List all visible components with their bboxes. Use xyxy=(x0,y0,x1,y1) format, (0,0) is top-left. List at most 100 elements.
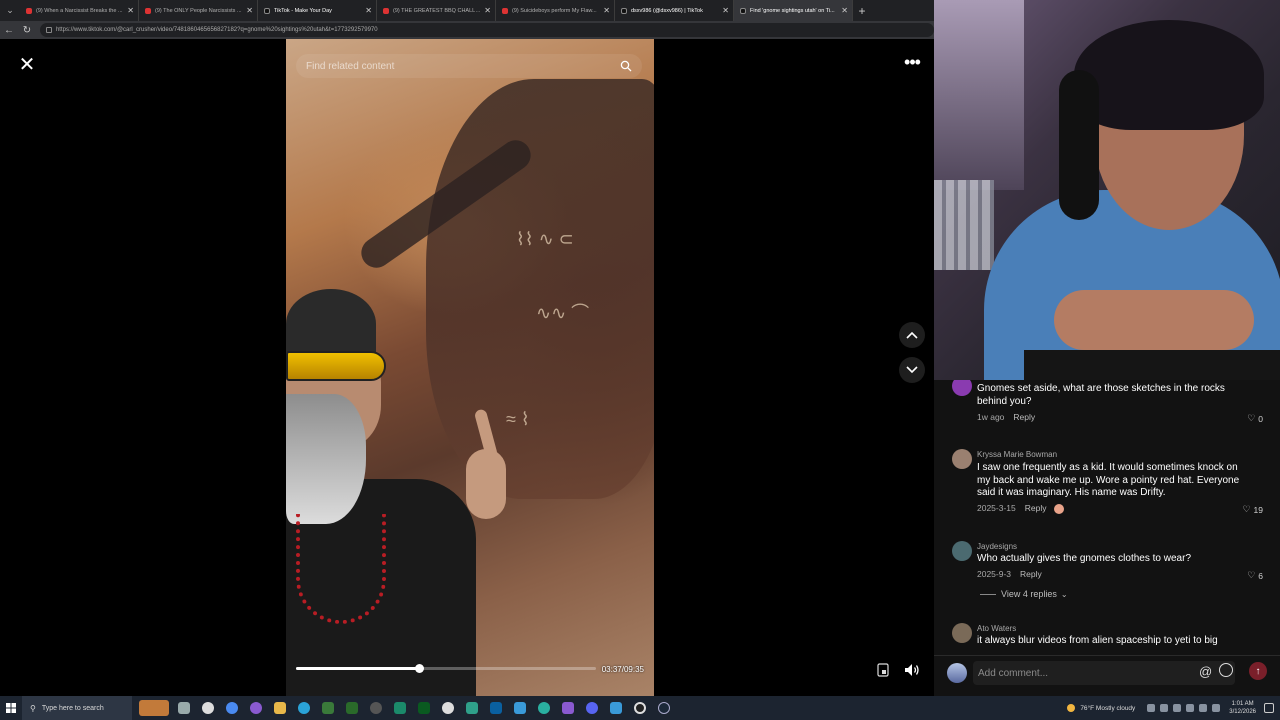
like-button[interactable]: ♡ 19 xyxy=(1242,504,1263,515)
app-icon[interactable] xyxy=(556,696,580,720)
app-icon[interactable] xyxy=(388,696,412,720)
mention-icon[interactable]: @ xyxy=(1199,664,1212,679)
comment-input[interactable]: Add comment... xyxy=(973,661,1235,685)
pip-icon xyxy=(877,663,889,677)
steam-icon[interactable] xyxy=(652,696,676,720)
app-icon[interactable] xyxy=(532,696,556,720)
app-icon[interactable] xyxy=(196,696,220,720)
heart-icon: ♡ xyxy=(1247,413,1256,423)
comment-input-bar: Add comment... @ ↑ xyxy=(934,655,1280,696)
edge-icon[interactable] xyxy=(292,696,316,720)
desk xyxy=(1024,350,1280,380)
avatar[interactable] xyxy=(952,380,972,396)
url-field[interactable]: https://www.tiktok.com/@carl_crusher/vid… xyxy=(39,23,935,37)
tray-icon[interactable] xyxy=(1160,704,1169,712)
webcam-bottles xyxy=(934,180,994,270)
reply-button[interactable]: Reply xyxy=(1025,503,1047,513)
new-tab-button[interactable]: + xyxy=(853,4,871,18)
weather-text[interactable]: 76°F Mostly cloudy xyxy=(1080,705,1135,712)
app-icon[interactable] xyxy=(508,696,532,720)
app-icon[interactable] xyxy=(340,696,364,720)
chrome-icon[interactable] xyxy=(220,696,244,720)
taskbar-search[interactable]: ⚲ Type here to search xyxy=(22,696,132,720)
file-explorer-icon[interactable] xyxy=(268,696,292,720)
search-icon[interactable] xyxy=(620,60,632,72)
avatar[interactable] xyxy=(952,541,972,561)
app-icon[interactable] xyxy=(244,696,268,720)
taskbar-apps xyxy=(136,696,676,720)
address-bar: ← ↻ https://www.tiktok.com/@carl_crusher… xyxy=(0,21,935,39)
tiktok-icon xyxy=(621,7,627,14)
app-icon[interactable] xyxy=(484,696,508,720)
tab-search-menu-icon[interactable]: ⌄ xyxy=(0,0,20,21)
notification-icon[interactable] xyxy=(1264,703,1274,713)
volume-button[interactable] xyxy=(901,660,923,680)
app-icon[interactable] xyxy=(604,696,628,720)
comment-username[interactable]: Jaydesigns xyxy=(977,542,1017,551)
close-button[interactable]: ✕ xyxy=(13,53,41,77)
like-button[interactable]: ♡ 6 xyxy=(1247,570,1263,581)
like-count: 0 xyxy=(1258,413,1263,424)
webcam-feed xyxy=(934,0,1280,380)
tray-icon[interactable] xyxy=(1186,704,1195,712)
previous-video-button[interactable] xyxy=(899,322,925,348)
widget-icon[interactable] xyxy=(136,696,172,720)
browser-tab[interactable]: (9) When a Narcissist Breaks the ... ✕ xyxy=(20,0,139,21)
browser-tab[interactable]: (9) The ONLY People Narcissists ... ✕ xyxy=(139,0,258,21)
browser-tab-active[interactable]: Find 'gnome sightings utah' on Ti... ✕ xyxy=(734,0,853,21)
video-person xyxy=(286,289,516,696)
chevron-down-icon xyxy=(906,366,918,374)
site-info-icon[interactable] xyxy=(45,27,52,33)
tray-icon[interactable] xyxy=(1173,704,1182,712)
bead-necklace xyxy=(296,514,386,624)
close-icon[interactable]: ✕ xyxy=(603,6,610,15)
avatar[interactable] xyxy=(952,449,972,469)
headphones xyxy=(1059,70,1099,220)
more-options-icon[interactable]: ••• xyxy=(898,53,926,77)
video-time: 03:37/09:35 xyxy=(601,665,644,674)
app-icon[interactable] xyxy=(436,696,460,720)
video-player[interactable]: ⌇⌇ ∿ ⊂ ∿∿ ⌒ ≈ ⌇ Find related content 03:… xyxy=(286,39,654,696)
browser-tab[interactable]: TikTok - Make Your Day ✕ xyxy=(258,0,377,21)
comment-username[interactable]: Kryssa Marie Bowman xyxy=(977,450,1057,459)
app-icon[interactable] xyxy=(412,696,436,720)
reload-icon[interactable]: ↻ xyxy=(18,25,36,36)
emoji-icon[interactable] xyxy=(1219,663,1233,677)
back-arrow-icon[interactable]: ← xyxy=(0,25,18,36)
avatar[interactable] xyxy=(952,623,972,643)
pen-icon[interactable] xyxy=(1147,704,1156,712)
close-icon[interactable]: ✕ xyxy=(722,6,729,15)
start-button[interactable] xyxy=(0,696,22,720)
picture-in-picture-button[interactable] xyxy=(874,661,892,679)
task-view-icon[interactable] xyxy=(172,696,196,720)
reply-button[interactable]: Reply xyxy=(1013,412,1035,422)
send-button[interactable]: ↑ xyxy=(1249,662,1267,680)
next-video-button[interactable] xyxy=(899,357,925,383)
reply-button[interactable]: Reply xyxy=(1020,569,1042,579)
comment-username[interactable]: Ato Waters xyxy=(977,624,1016,633)
close-icon[interactable]: ✕ xyxy=(365,6,372,15)
like-count: 19 xyxy=(1253,504,1263,515)
browser-tab[interactable]: dsxv986 (@dsxv986) | TikTok ✕ xyxy=(615,0,734,21)
close-icon[interactable]: ✕ xyxy=(127,6,134,15)
video-progress-bar[interactable] xyxy=(296,664,596,673)
creator-liked-icon xyxy=(1053,503,1064,514)
close-icon[interactable]: ✕ xyxy=(484,6,491,15)
comment-text: Gnomes set aside, what are those sketche… xyxy=(977,383,1225,407)
close-icon[interactable]: ✕ xyxy=(841,6,848,15)
app-icon[interactable] xyxy=(364,696,388,720)
progress-knob[interactable] xyxy=(415,664,424,673)
volume-icon[interactable] xyxy=(1212,704,1221,712)
close-icon[interactable]: ✕ xyxy=(246,6,253,15)
app-icon[interactable] xyxy=(316,696,340,720)
obs-icon[interactable] xyxy=(628,696,652,720)
browser-tab[interactable]: (9) THE GREATEST BBQ CHALLEN... ✕ xyxy=(377,0,496,21)
discord-icon[interactable] xyxy=(580,696,604,720)
like-button[interactable]: ♡ 0 xyxy=(1247,413,1263,424)
clock[interactable]: 1:01 AM 3/12/2026 xyxy=(1229,700,1256,716)
app-icon[interactable] xyxy=(460,696,484,720)
network-icon[interactable] xyxy=(1199,704,1208,712)
related-search-input[interactable]: Find related content xyxy=(296,54,642,78)
browser-tab[interactable]: (9) Suicideboys perform My Flaw... ✕ xyxy=(496,0,615,21)
view-replies-button[interactable]: View 4 replies ⌄ xyxy=(980,589,1068,599)
